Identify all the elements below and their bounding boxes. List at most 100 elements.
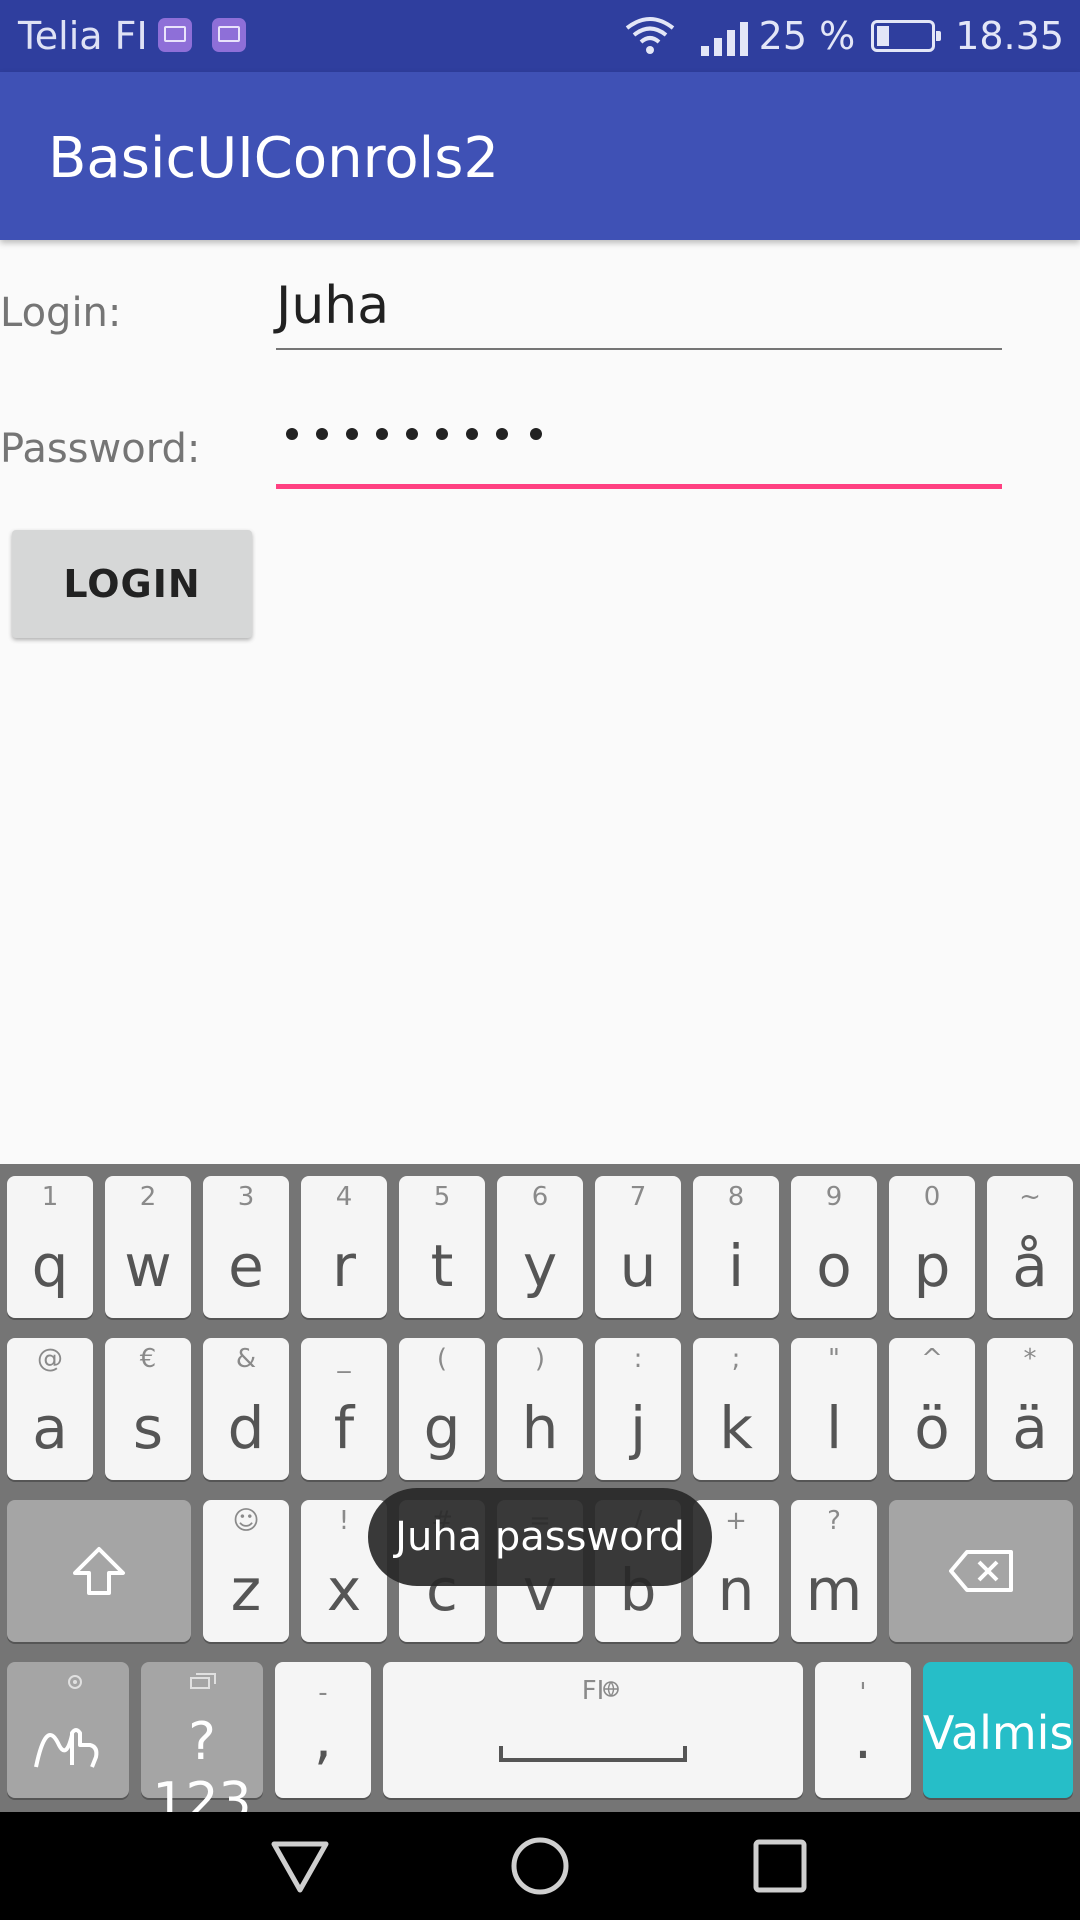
space-key[interactable]: FI: [383, 1662, 803, 1798]
backspace-icon: [949, 1550, 1013, 1592]
clipboard-icon: [190, 1673, 216, 1689]
password-dot: [316, 428, 328, 440]
recents-icon[interactable]: [748, 1834, 812, 1898]
signal-icon: [700, 16, 749, 56]
status-indicators: 25 % 18.35: [625, 12, 1064, 60]
key-hint: ;: [731, 1344, 741, 1374]
key-e[interactable]: 3e: [203, 1176, 289, 1318]
battery-icon: [871, 20, 942, 52]
key-hint: &: [235, 1344, 257, 1374]
key-a[interactable]: @ a: [7, 1338, 93, 1480]
key-label: k: [719, 1394, 753, 1462]
key-g[interactable]: (g: [399, 1338, 485, 1480]
done-label: Valmis: [923, 1706, 1074, 1760]
symbols-key[interactable]: ?123: [141, 1662, 263, 1832]
login-input[interactable]: Juha: [276, 276, 1002, 352]
key-label: z: [230, 1556, 262, 1624]
key-label: o: [816, 1232, 852, 1300]
key-m[interactable]: ? m: [791, 1500, 877, 1642]
key-label: g: [423, 1394, 461, 1462]
shift-key[interactable]: [7, 1500, 191, 1642]
password-dot: [376, 428, 388, 440]
key-s[interactable]: € s: [105, 1338, 191, 1480]
key-hint: €: [139, 1344, 157, 1374]
key-hint: 4: [335, 1182, 353, 1212]
backspace-key[interactable]: [889, 1500, 1073, 1642]
status-bar: Telia FI 25 % 18.35: [0, 0, 1080, 72]
toast-message: Juha password: [368, 1488, 712, 1586]
key-ö[interactable]: ^ ö: [889, 1338, 975, 1480]
key-hint: :: [633, 1344, 643, 1374]
login-underline: [276, 348, 1002, 350]
done-key[interactable]: Valmis: [923, 1662, 1073, 1798]
comma-key[interactable]: -,: [275, 1662, 371, 1798]
clock: 18.35: [955, 14, 1064, 58]
carrier-name: Telia FI: [18, 14, 148, 58]
key-hint: _: [337, 1344, 351, 1374]
password-dot: [346, 428, 358, 440]
key-h[interactable]: ) h: [497, 1338, 583, 1480]
key-i[interactable]: 8i: [693, 1176, 779, 1318]
key-label: q: [31, 1232, 69, 1300]
key-hint: 9: [825, 1182, 843, 1212]
login-label: Login:: [0, 290, 122, 336]
space-bar-icon: [499, 1746, 687, 1762]
key-label: å: [1012, 1232, 1048, 1300]
key-y[interactable]: 6y: [497, 1176, 583, 1318]
login-value: Juha: [276, 276, 390, 336]
key-label: x: [326, 1556, 362, 1624]
settings-icon: [68, 1675, 82, 1689]
keyboard-notification-icon: [158, 18, 192, 52]
key-u[interactable]: 7u: [595, 1176, 681, 1318]
password-dot: [496, 428, 508, 440]
key-hint: 3: [237, 1182, 255, 1212]
back-icon[interactable]: [268, 1834, 332, 1898]
key-label: j: [629, 1394, 647, 1462]
key-z[interactable]: ☺ z: [203, 1500, 289, 1642]
battery-percent: 25 %: [758, 14, 856, 58]
key-r[interactable]: 4r: [301, 1176, 387, 1318]
password-dot: [466, 428, 478, 440]
home-icon[interactable]: [508, 1834, 572, 1898]
shift-icon: [73, 1547, 125, 1595]
language-label: FI: [581, 1676, 605, 1706]
key-o[interactable]: 9o: [791, 1176, 877, 1318]
key-q[interactable]: 1q: [7, 1176, 93, 1318]
key-hint: 1: [41, 1182, 59, 1212]
key-label: f: [333, 1394, 355, 1462]
password-dot: [436, 428, 448, 440]
key-label: u: [619, 1232, 657, 1300]
key-label: p: [913, 1232, 951, 1300]
login-button[interactable]: LOGIN: [12, 530, 252, 638]
key-f[interactable]: _ f: [301, 1338, 387, 1480]
key-hint: ~: [1019, 1182, 1041, 1212]
key-hint: ?: [827, 1506, 841, 1536]
password-input[interactable]: [276, 402, 1002, 492]
key-ä[interactable]: * ä: [987, 1338, 1073, 1480]
period-key[interactable]: '.: [815, 1662, 911, 1798]
key-d[interactable]: & d: [203, 1338, 289, 1480]
key-k[interactable]: ; k: [693, 1338, 779, 1480]
key-label: l: [825, 1394, 843, 1462]
key-l[interactable]: " l: [791, 1338, 877, 1480]
key-p[interactable]: 0p: [889, 1176, 975, 1318]
key-label: w: [124, 1232, 172, 1300]
key-label: ä: [1012, 1394, 1048, 1462]
key-label: n: [717, 1556, 755, 1624]
key-å[interactable]: ~ å: [987, 1176, 1073, 1318]
key-hint: 2: [139, 1182, 157, 1212]
globe-icon: [603, 1681, 619, 1697]
password-underline: [276, 484, 1002, 489]
key-label: m: [805, 1556, 863, 1624]
swipe-gesture-key[interactable]: [7, 1662, 129, 1798]
wifi-icon: [625, 17, 674, 54]
key-w[interactable]: 2w: [105, 1176, 191, 1318]
key-hint: ): [534, 1344, 546, 1374]
key-j[interactable]: :j: [595, 1338, 681, 1480]
key-label: d: [227, 1394, 265, 1462]
key-label: s: [132, 1394, 164, 1462]
key-hint: ^: [921, 1344, 943, 1374]
key-t[interactable]: 5t: [399, 1176, 485, 1318]
key-label: ,: [313, 1704, 333, 1772]
key-label: t: [430, 1232, 454, 1300]
